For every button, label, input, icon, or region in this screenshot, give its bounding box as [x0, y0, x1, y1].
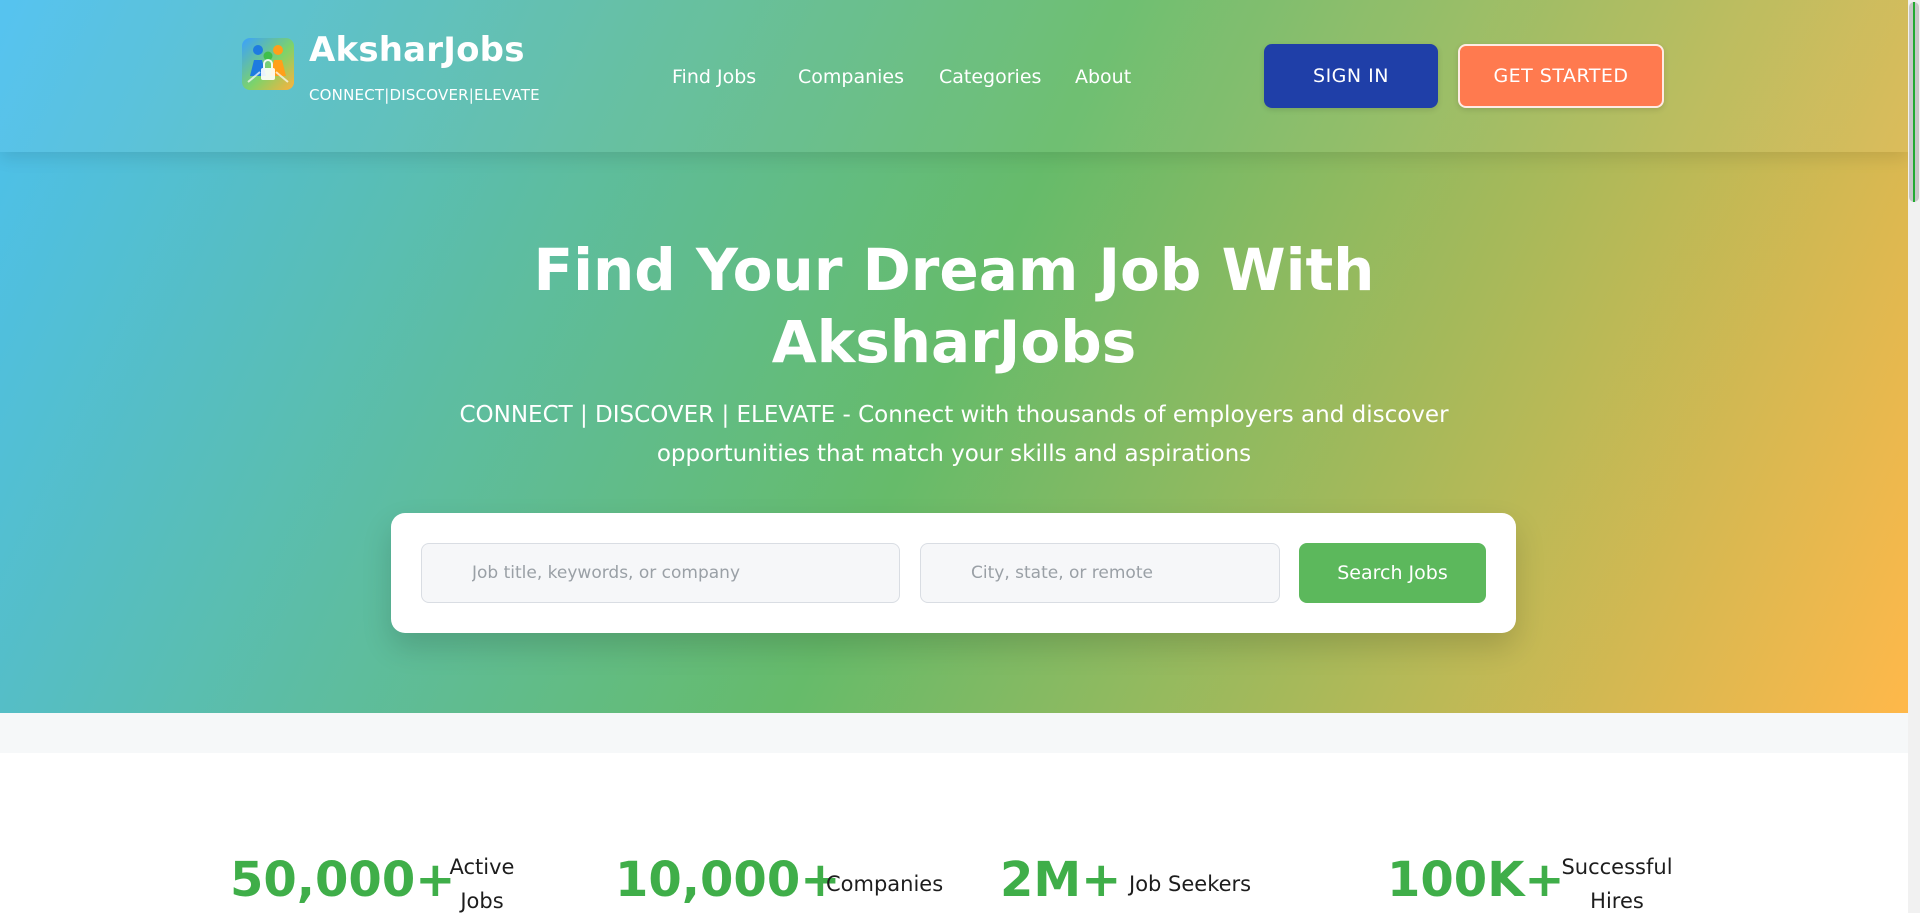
hero-title-line1: Find Your Dream Job With — [533, 236, 1375, 304]
stat-label-line: Hires — [1590, 889, 1644, 913]
brand-name[interactable]: AksharJobs — [309, 28, 525, 72]
get-started-button[interactable]: GET STARTED — [1458, 44, 1664, 108]
stat-active-jobs-label: Active Jobs — [442, 850, 522, 913]
hero-title-line2: AksharJobs — [771, 308, 1137, 376]
site-header: AksharJobs CONNECT|DISCOVER|ELEVATE Find… — [0, 0, 1908, 152]
nav-about[interactable]: About — [1075, 64, 1131, 90]
sign-in-button[interactable]: SIGN IN — [1264, 44, 1438, 108]
nav-find-jobs[interactable]: Find Jobs — [672, 64, 756, 90]
brand-logo-icon[interactable] — [242, 38, 294, 90]
nav-categories[interactable]: Categories — [939, 64, 1041, 90]
stat-active-jobs-number: 50,000+ — [230, 852, 456, 908]
page: AksharJobs CONNECT|DISCOVER|ELEVATE Find… — [0, 0, 1908, 913]
stat-label-line: Successful — [1561, 855, 1673, 879]
nav-companies[interactable]: Companies — [798, 64, 904, 90]
stat-companies-number: 10,000+ — [615, 852, 841, 908]
job-search-card: Search Jobs — [391, 513, 1516, 633]
hero-title: Find Your Dream Job With AksharJobs — [0, 234, 1908, 378]
section-divider — [0, 713, 1908, 753]
stat-hires-number: 100K+ — [1387, 852, 1565, 908]
location-search-input[interactable] — [920, 543, 1280, 603]
hero-subtitle: CONNECT | DISCOVER | ELEVATE - Connect w… — [454, 396, 1454, 474]
stat-hires-label: Successful Hires — [1558, 850, 1676, 913]
brand-tagline: CONNECT|DISCOVER|ELEVATE — [309, 86, 540, 104]
stat-label-line: Jobs — [460, 889, 504, 913]
stat-job-seekers-label: Job Seekers — [1129, 872, 1252, 896]
search-jobs-button[interactable]: Search Jobs — [1299, 543, 1486, 603]
hero-subtitle-line1: CONNECT | DISCOVER | ELEVATE - Connect w… — [459, 402, 1449, 428]
hero-subtitle-line2: opportunities that match your skills and… — [656, 441, 1252, 467]
scrollbar-indicator — [1913, 2, 1915, 202]
stat-label-line: Active — [449, 855, 515, 879]
keyword-search-input[interactable] — [421, 543, 900, 603]
stat-companies-label: Companies — [826, 872, 944, 896]
stat-job-seekers-number: 2M+ — [1000, 852, 1122, 908]
